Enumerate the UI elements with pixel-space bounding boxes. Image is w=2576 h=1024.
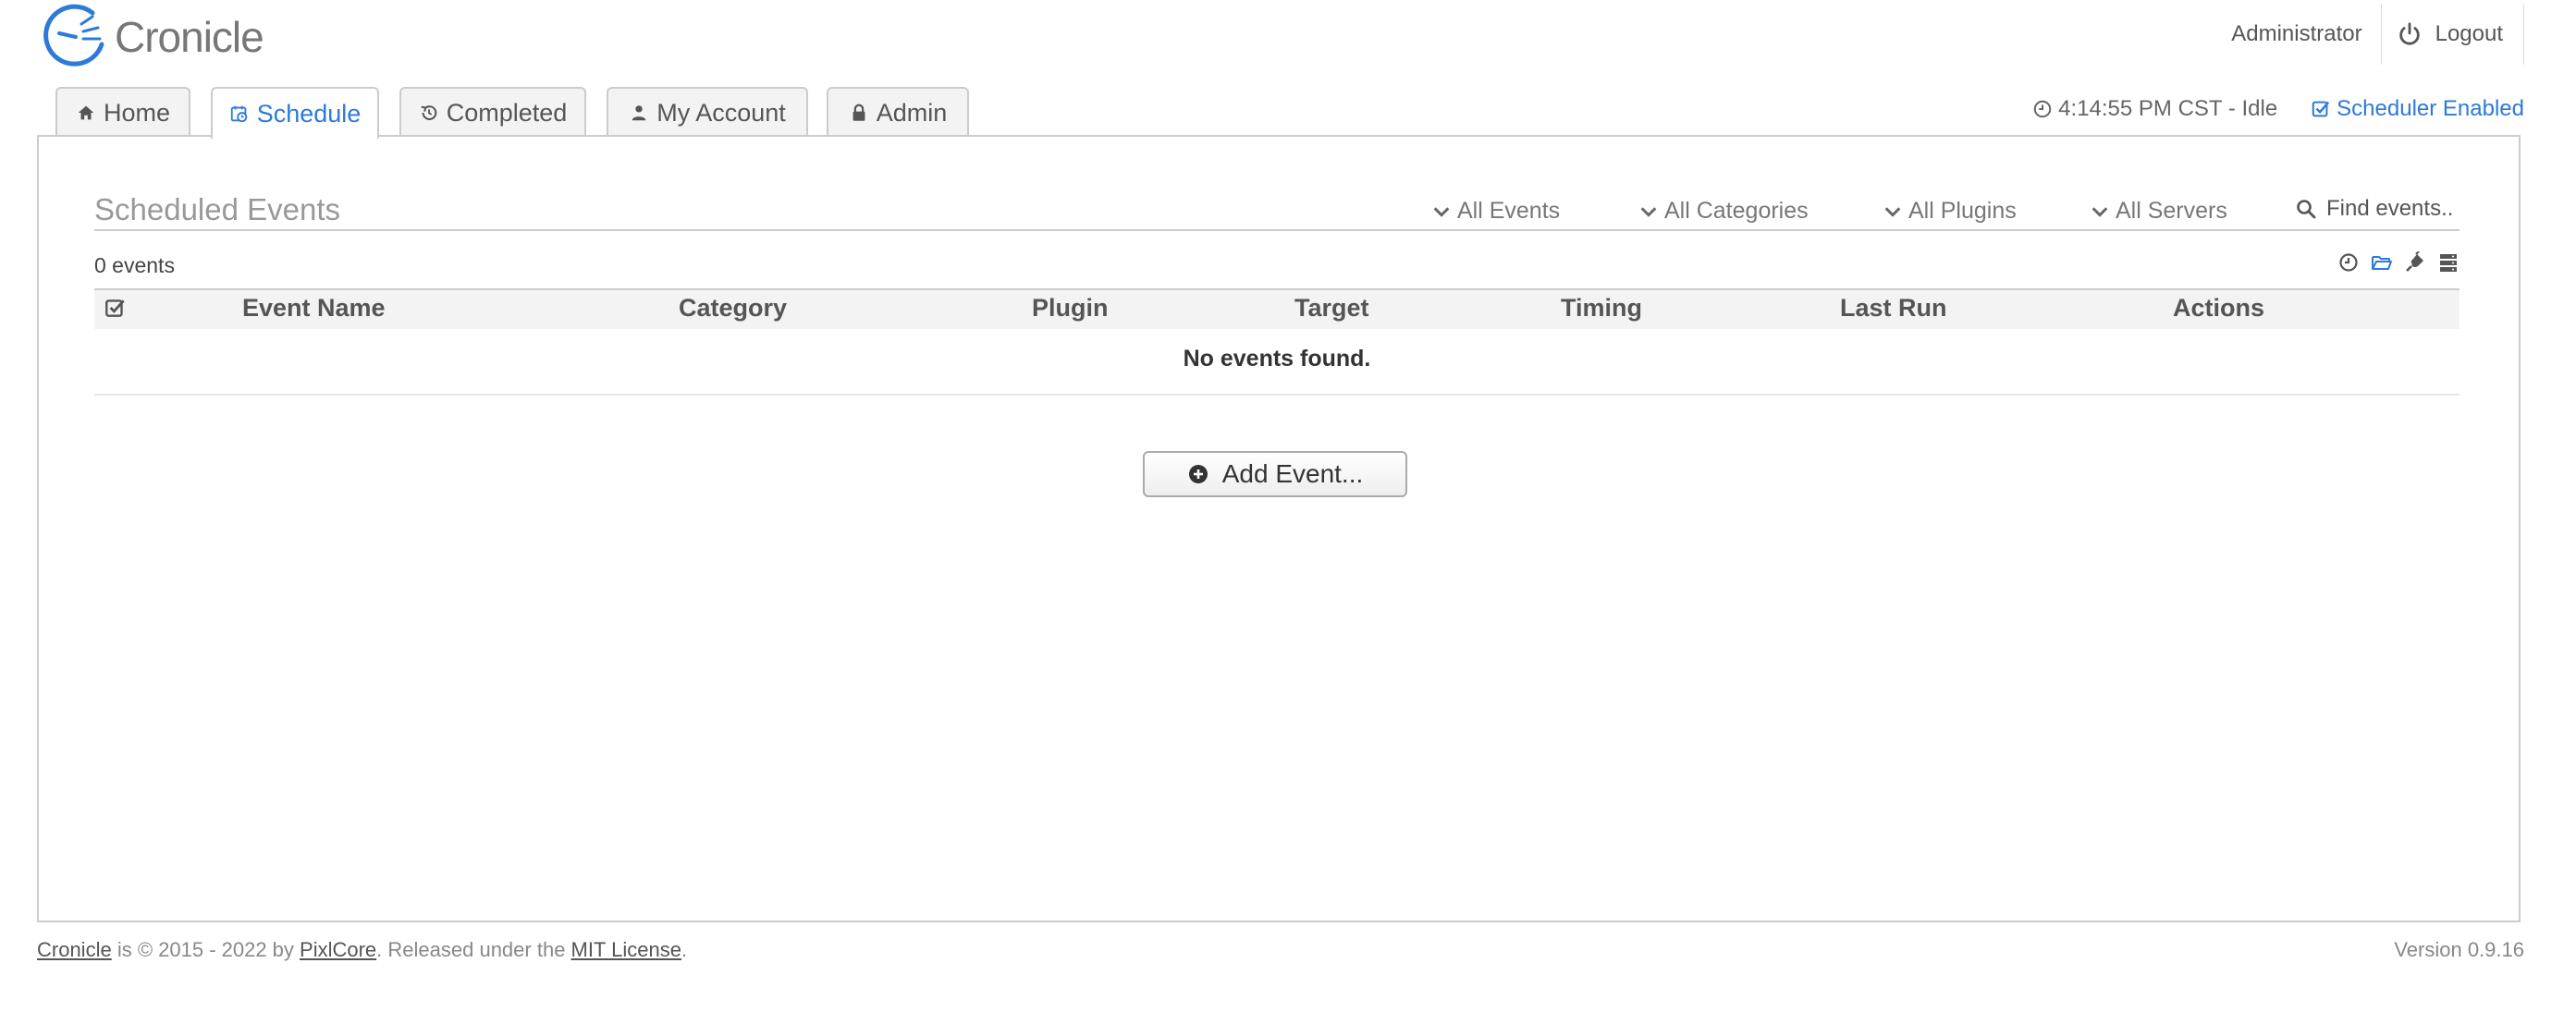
scheduler-label: Scheduler Enabled — [2337, 96, 2524, 121]
clock-icon — [2033, 100, 2052, 118]
column-header-event-name[interactable]: Event Name — [242, 294, 386, 323]
filter-label: All Categories — [1664, 198, 1809, 224]
chevron-down-icon — [1640, 206, 1657, 217]
cronicle-logo-icon — [43, 4, 104, 67]
footer-license-link[interactable]: MIT License — [571, 938, 681, 961]
filter-categories[interactable]: All Categories — [1638, 198, 1809, 225]
footer-text: is © 2015 - 2022 by — [111, 938, 301, 961]
history-icon — [421, 105, 436, 120]
footer-copyright: Cronicle is © 2015 - 2022 by PixlCore. R… — [37, 938, 687, 962]
version-label: Version 0.9.16 — [2394, 938, 2524, 961]
server-icon[interactable] — [2437, 251, 2459, 274]
column-header-actions: Actions — [2173, 294, 2265, 322]
divider — [94, 229, 2459, 231]
power-icon — [2398, 22, 2420, 45]
tab-admin[interactable]: Admin — [827, 87, 969, 137]
chevron-down-icon — [1433, 206, 1450, 217]
clock-icon[interactable] — [2337, 251, 2360, 274]
user-name[interactable]: Administrator — [2231, 21, 2380, 47]
chevron-down-icon — [1884, 206, 1901, 217]
search-box — [2295, 196, 2458, 222]
view-icons — [2337, 250, 2459, 274]
empty-state-message: No events found. — [1183, 346, 1371, 372]
scheduler-toggle[interactable]: Scheduler Enabled — [2311, 96, 2524, 122]
footer-text: . Released under the — [376, 938, 571, 961]
tab-label: Completed — [446, 98, 568, 127]
tab-my-account[interactable]: My Account — [607, 87, 808, 137]
column-header-last-run[interactable]: Last Run — [1840, 294, 1947, 323]
divider — [2523, 4, 2524, 65]
tab-label: Admin — [876, 98, 948, 127]
checkbox-checked-icon — [105, 299, 125, 317]
search-icon — [2297, 200, 2316, 219]
column-header-target[interactable]: Target — [1294, 294, 1369, 323]
chevron-down-icon — [2091, 206, 2108, 217]
user-area: Administrator Logout — [2231, 0, 2524, 68]
user-icon — [632, 105, 646, 121]
tab-completed[interactable]: Completed — [399, 87, 586, 137]
folder-icon[interactable] — [2371, 251, 2393, 274]
column-header-plugin[interactable]: Plugin — [1032, 294, 1109, 323]
tab-schedule[interactable]: Schedule — [211, 87, 379, 139]
filter-events[interactable]: All Events — [1431, 198, 1560, 225]
logout-button[interactable]: Logout — [2382, 21, 2523, 47]
event-count: 0 events — [94, 253, 175, 277]
status-bar: 4:14:55 PM CST - Idle Scheduler Enabled — [2032, 96, 2524, 122]
select-all-checkbox[interactable] — [104, 296, 128, 320]
plug-icon[interactable] — [2404, 250, 2426, 274]
calendar-icon — [230, 105, 247, 123]
logout-label: Logout — [2435, 21, 2503, 46]
brand-name: Cronicle — [115, 13, 264, 61]
column-header-category[interactable]: Category — [679, 294, 787, 323]
filter-plugins[interactable]: All Plugins — [1883, 198, 2017, 225]
add-event-label: Add Event... — [1221, 459, 1364, 488]
section-title: Scheduled Events — [94, 192, 341, 226]
home-icon — [78, 105, 94, 120]
footer-company-link[interactable]: PixlCore — [300, 938, 376, 961]
footer-text: . — [681, 938, 688, 961]
footer-brand-link[interactable]: Cronicle — [37, 938, 112, 961]
tab-home[interactable]: Home — [55, 87, 190, 137]
filter-servers[interactable]: All Servers — [2090, 198, 2227, 225]
lock-icon — [853, 104, 865, 121]
table-header — [94, 288, 2459, 329]
main-panel — [37, 135, 2521, 922]
clock-status: 4:14:55 PM CST - Idle — [2032, 96, 2277, 122]
filter-label: All Plugins — [1908, 198, 2017, 224]
plus-circle-icon — [1188, 465, 1208, 483]
tab-label: Schedule — [256, 99, 362, 128]
logo[interactable]: Cronicle — [41, 4, 264, 70]
tab-label: Home — [103, 98, 171, 127]
search-input[interactable] — [2326, 196, 2456, 222]
column-header-timing[interactable]: Timing — [1561, 294, 1642, 323]
tab-label: My Account — [656, 98, 786, 127]
clock-text: 4:14:55 PM CST - Idle — [2058, 96, 2278, 121]
divider — [94, 394, 2459, 396]
checkbox-checked-icon — [2312, 101, 2330, 117]
filter-label: All Servers — [2116, 198, 2227, 224]
add-event-button[interactable]: Add Event... — [1143, 451, 1407, 497]
filter-label: All Events — [1457, 198, 1561, 224]
